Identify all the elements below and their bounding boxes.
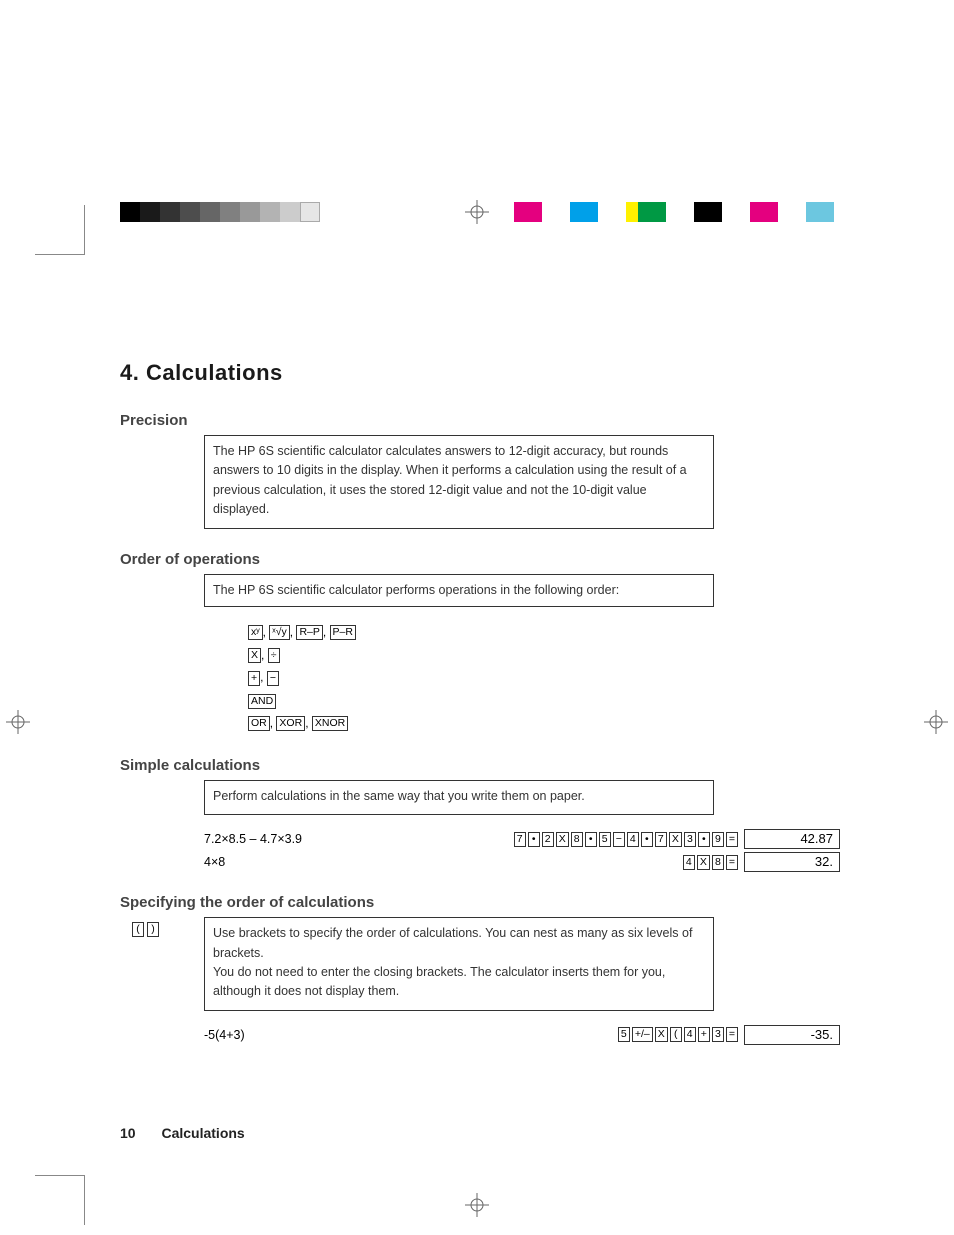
example-line: -5(4+3) 5+/–X(4+3= -35. [204,1025,840,1045]
key-+: + [698,1027,710,1042]
key-4: 4 [683,855,695,870]
key-2: 2 [542,832,554,847]
simple-body: Perform calculations in the same way tha… [204,780,714,815]
key-8: 8 [571,832,583,847]
example-key-sequence: 7•2X8•5−4•7X3•9= [514,832,738,847]
key-8: 8 [712,855,724,870]
key-OR: OR [248,716,270,731]
cmyk-color-bar [514,202,834,222]
key-÷: ÷ [268,648,280,663]
key-3: 3 [712,1027,724,1042]
key-ˣ√y: ˣ√y [269,625,289,640]
key-X: X [697,855,710,870]
simple-examples: 7.2×8.5 – 4.7×3.97•2X8•5−4•7X3•9=42.874×… [204,829,840,872]
key-7: 7 [655,832,667,847]
section-precision: Precision The HP 6S scientific calculato… [120,412,840,529]
key-5: 5 [599,832,611,847]
example-line: 7.2×8.5 – 4.7×3.97•2X8•5−4•7X3•9=42.87 [204,829,840,849]
footer-chapter: Calculations [161,1125,244,1141]
bracket-keys: () [132,922,159,937]
key-=: = [726,1027,738,1042]
bracket-key-open: ( [132,922,144,937]
key-X: X [655,1027,668,1042]
key-5: 5 [618,1027,630,1042]
key-•: • [698,832,710,847]
key-+: + [248,671,260,686]
key-4: 4 [684,1027,696,1042]
bracket-key-close: ) [147,922,159,937]
key-X: X [248,648,261,663]
key-•: • [641,832,653,847]
key-=: = [726,855,738,870]
specify-body: Use brackets to specify the order of cal… [204,917,714,1011]
registration-mark-top [465,200,489,224]
key-X: X [669,832,682,847]
precision-body: The HP 6S scientific calculator calculat… [204,435,714,529]
order-operations-list: xʸ, ˣ√y, R–P, P–RX, ÷+, −ANDOR, XOR, XNO… [248,621,840,735]
example-result: -35. [744,1025,840,1045]
example-key-sequence: 4X8= [683,855,738,870]
section-specify: Specifying the order of calculations () … [120,894,840,1045]
registration-mark-left [6,710,30,734]
page-footer: 10 Calculations [120,1125,245,1141]
key-+/–: +/– [632,1027,653,1042]
key-X: X [556,832,569,847]
order-body: The HP 6S scientific calculator performs… [204,574,714,607]
example-expression: 7.2×8.5 – 4.7×3.9 [204,832,314,846]
key-AND: AND [248,694,276,709]
key-7: 7 [514,832,526,847]
key-•: • [585,832,597,847]
crop-mark-bottom-left [35,1175,85,1225]
key-9: 9 [712,832,724,847]
heading-precision: Precision [120,412,840,429]
registration-mark-bottom [465,1193,489,1217]
key-−: − [267,671,279,686]
key-=: = [726,832,738,847]
registration-mark-right [924,710,948,734]
key-−: − [613,832,625,847]
heading-simple: Simple calculations [120,757,840,774]
key-XNOR: XNOR [312,716,348,731]
key-XOR: XOR [276,716,305,731]
example-result: 42.87 [744,829,840,849]
key-3: 3 [684,832,696,847]
grayscale-ramp [120,202,320,222]
example-key-sequence: 5+/–X(4+3= [618,1027,738,1042]
key-(: ( [670,1027,682,1042]
example-expression: 4×8 [204,855,314,869]
key-•: • [528,832,540,847]
key-xʸ: xʸ [248,625,263,640]
page-number: 10 [120,1125,136,1141]
key-4: 4 [627,832,639,847]
section-simple: Simple calculations Perform calculations… [120,757,840,872]
section-order: Order of operations The HP 6S scientific… [120,551,840,735]
heading-specify: Specifying the order of calculations [120,894,840,911]
chapter-title: 4. Calculations [120,360,840,386]
key-P–R: P–R [330,625,356,640]
example-expression: -5(4+3) [204,1028,314,1042]
heading-order: Order of operations [120,551,840,568]
example-result: 32. [744,852,840,872]
key-R–P: R–P [296,625,322,640]
specify-examples: -5(4+3) 5+/–X(4+3= -35. [204,1025,840,1045]
example-line: 4×8 4X8= 32. [204,852,840,872]
page-content: 4. Calculations Precision The HP 6S scie… [120,360,840,1067]
